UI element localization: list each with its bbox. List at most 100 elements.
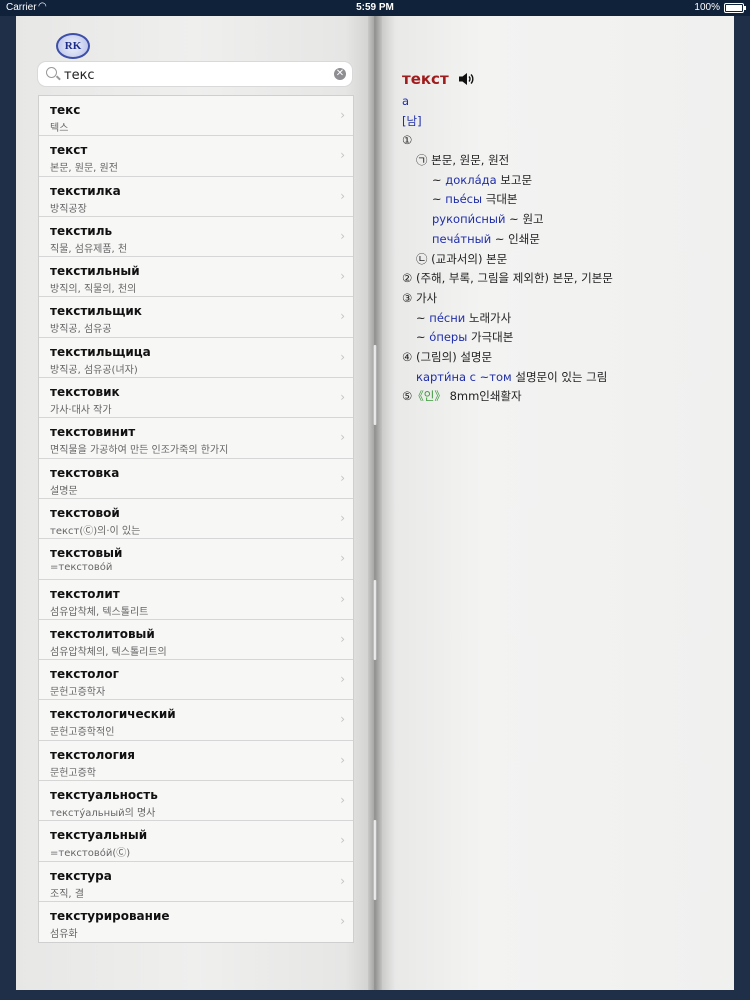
- example-row: ~ пьéсы 극대본: [402, 190, 722, 210]
- word-headword: текстовый: [50, 546, 123, 561]
- example-russian: пéсни: [429, 310, 466, 325]
- sense-5: ⑤《인》 8mm인쇄활자: [402, 387, 722, 407]
- example-russian: карти́на с ~том: [416, 369, 512, 384]
- word-meaning: 본문, 원문, 원전: [50, 163, 118, 175]
- word-headword: текстильщица: [50, 344, 151, 359]
- sense-3: ③ 가사: [402, 290, 438, 305]
- battery-icon: [724, 3, 746, 13]
- example-russian: доклáда: [445, 172, 497, 187]
- binding-ring: [373, 345, 377, 425]
- word-meaning: 문헌고증학적인: [50, 727, 115, 739]
- word-list-item[interactable]: текстовый =текстово́й ›: [39, 539, 353, 580]
- word-headword: текстилка: [50, 183, 121, 198]
- battery-percentage: 100%: [694, 2, 720, 13]
- word-list-item[interactable]: текстология 문헌고증학 ›: [39, 741, 353, 782]
- field-label: 《인》: [412, 389, 446, 404]
- word-list-item[interactable]: текстовинит 면직물을 가공하여 만든 인조가죽의 한가지 ›: [39, 418, 353, 459]
- tilde: ~: [416, 330, 426, 345]
- word-list-item[interactable]: текстолит 섬유압착체, 텍스톨리트 ›: [39, 580, 353, 620]
- word-meaning: =текстово́й(Ⓒ): [50, 848, 131, 860]
- word-list-item[interactable]: текстильный 방직의, 직물의, 천의 ›: [39, 257, 353, 298]
- word-meaning: 텍스: [50, 123, 69, 134]
- tilde: ~: [416, 310, 426, 325]
- word-meaning: 직물, 섬유제품, 천: [50, 243, 128, 255]
- word-list-item[interactable]: текстовик 가사·대사 작가 ›: [39, 378, 353, 419]
- word-list-item[interactable]: текстологический 문헌고증학적인 ›: [39, 700, 353, 741]
- word-headword: текстолитовый: [50, 626, 155, 641]
- example-row: рукопи́сный ~ 원고: [402, 210, 722, 230]
- search-bar[interactable]: ✕: [38, 62, 352, 86]
- word-list-item[interactable]: текстовой текст(Ⓒ)의·이 있는 ›: [39, 499, 353, 540]
- chevron-right-icon: ›: [340, 148, 345, 163]
- example-russian: печáтный: [432, 231, 492, 246]
- chevron-right-icon: ›: [340, 873, 345, 888]
- chevron-right-icon: ›: [340, 591, 345, 606]
- word-list-item[interactable]: текстильщица 방직공, 섬유공(녀자) ›: [39, 338, 353, 379]
- word-meaning: 섬유압착체의, 텍스톨리트의: [50, 646, 167, 658]
- sense-5-marker: ⑤: [402, 389, 413, 404]
- chevron-right-icon: ›: [340, 833, 345, 848]
- status-bar: Carrier ◠ 5:59 PM 100%: [0, 0, 750, 16]
- word-list-item[interactable]: текс 텍스 ›: [39, 96, 353, 137]
- word-meaning: 설명문: [50, 485, 78, 497]
- word-headword: текстиль: [50, 223, 113, 238]
- chevron-right-icon: ›: [340, 510, 345, 525]
- dictionary-entry: текст а [남] ① ㉠ 본문, 원문, 원전 ~ доклáда 보고문…: [402, 70, 722, 407]
- word-list-item[interactable]: текстилка 방직공장 ›: [39, 177, 353, 217]
- word-headword: текстуальный: [50, 828, 148, 843]
- chevron-right-icon: ›: [340, 793, 345, 808]
- app-logo[interactable]: RK: [56, 33, 90, 59]
- chevron-right-icon: ›: [340, 188, 345, 203]
- word-meaning: тексту́альный의 명사: [50, 808, 156, 820]
- word-list-item[interactable]: текстуальность тексту́альный의 명사 ›: [39, 781, 353, 822]
- example-row: ~ пéсни 노래가사: [402, 309, 722, 329]
- example-korean: 인쇄문: [508, 231, 540, 246]
- chevron-right-icon: ›: [340, 430, 345, 445]
- word-list[interactable]: текс 텍스 › текст 본문, 원문, 원전 › текстилка 방직공장 › тек…: [38, 95, 354, 943]
- word-headword: текстовинит: [50, 425, 136, 440]
- tilde: ~: [432, 192, 442, 207]
- example-korean: 가극대본: [470, 330, 514, 345]
- word-headword: текстурирование: [50, 908, 170, 923]
- word-meaning: 면직물을 가공하여 만든 인조가죽의 한가지: [50, 445, 229, 457]
- word-list-item[interactable]: текстурирование 섬유화 ›: [39, 902, 353, 942]
- word-headword: текстологический: [50, 707, 176, 722]
- word-meaning: =текстово́й: [50, 562, 113, 574]
- example-korean: 노래가사: [468, 310, 512, 325]
- search-input[interactable]: [62, 64, 326, 86]
- word-headword: текстология: [50, 747, 135, 762]
- sense-4: ④ (그림의) 설명문: [402, 349, 493, 364]
- word-list-item[interactable]: текстура 조직, 결 ›: [39, 862, 353, 902]
- word-list-item[interactable]: текстовка 설명문 ›: [39, 459, 353, 499]
- example-korean: 보고문: [500, 172, 533, 187]
- example-russian: рукопи́сный: [432, 212, 506, 227]
- example-row: ~ óперы 가극대본: [402, 328, 722, 348]
- speaker-icon[interactable]: [458, 72, 476, 86]
- word-list-item[interactable]: текстолог 문헌고증학자 ›: [39, 660, 353, 701]
- word-meaning: 방직의, 직물의, 천의: [50, 284, 137, 296]
- chevron-right-icon: ›: [340, 631, 345, 646]
- word-headword: текстовой: [50, 505, 120, 520]
- entry-headword: текст: [402, 70, 449, 88]
- word-meaning: 방직공장: [50, 203, 87, 215]
- word-headword: текстолит: [50, 586, 120, 601]
- example-russian: óперы: [429, 330, 468, 345]
- word-meaning: 조직, 결: [50, 888, 84, 900]
- word-headword: текстуальность: [50, 788, 158, 803]
- clear-icon[interactable]: ✕: [334, 68, 346, 80]
- word-headword: текстура: [50, 868, 112, 883]
- sense-2: ② (주해, 부록, 그림을 제외한) 본문, 기본문: [402, 271, 613, 286]
- chevron-right-icon: ›: [340, 672, 345, 687]
- word-list-item[interactable]: текстолитовый 섬유압착체의, 텍스톨리트의 ›: [39, 620, 353, 661]
- binding-ring: [373, 580, 377, 660]
- word-headword: текстильщик: [50, 304, 142, 319]
- word-list-item[interactable]: текстиль 직물, 섬유제품, 천 ›: [39, 217, 353, 258]
- chevron-right-icon: ›: [340, 309, 345, 324]
- stress-note: а: [402, 94, 410, 108]
- word-meaning: 섬유압착체, 텍스톨리트: [50, 606, 149, 618]
- word-list-item[interactable]: текстильщик 방직공, 섬유공 ›: [39, 297, 353, 338]
- word-list-item[interactable]: текстуальный =текстово́й(Ⓒ) ›: [39, 821, 353, 862]
- word-list-item[interactable]: текст 본문, 원문, 원전 ›: [39, 136, 353, 177]
- example-row: ~ доклáда 보고문: [402, 171, 722, 191]
- tilde: ~: [494, 231, 505, 246]
